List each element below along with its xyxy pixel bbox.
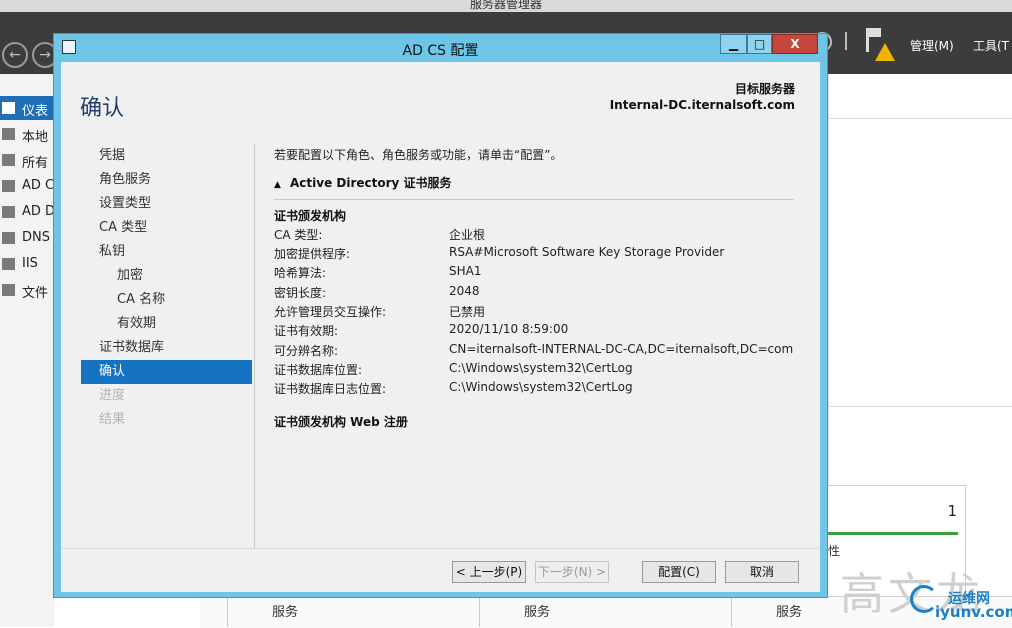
detail-value: C:\Windows\system32\CertLog: [449, 361, 633, 375]
group-heading-web-enrollment: 证书颁发机构 Web 注册: [274, 415, 408, 429]
cancel-button[interactable]: 取消: [725, 561, 799, 583]
tile-count: 1: [947, 502, 957, 520]
nav-item-certificate-database[interactable]: 证书数据库: [81, 336, 252, 360]
panel-divider: [828, 406, 1012, 407]
divider: [227, 596, 228, 627]
panel-divider: [828, 118, 1012, 119]
sidebar-item-ad-ds[interactable]: AD D: [0, 200, 55, 224]
sidebar-item-files[interactable]: 文件: [0, 278, 54, 302]
sidebar-item-ad-cs[interactable]: AD C: [0, 174, 54, 198]
dialog-title: AD CS 配置: [402, 43, 479, 59]
nav-item-progress: 进度: [99, 388, 126, 403]
nav-item-setup-type[interactable]: 设置类型: [81, 192, 252, 216]
detail-key: 可分辨名称:: [274, 344, 339, 358]
collapse-chevron-icon[interactable]: ▲: [274, 180, 290, 190]
nav-item-credentials[interactable]: 凭据: [81, 144, 252, 168]
detail-key: 证书有效期:: [274, 324, 339, 338]
nav-item-validity-period[interactable]: 有效期: [81, 312, 252, 336]
detail-key: CA 类型:: [274, 228, 323, 242]
server-manager-title: 服务器管理器: [469, 0, 542, 11]
minimize-button[interactable]: ▁: [720, 34, 747, 54]
target-server-label: 目标服务器: [734, 82, 795, 96]
back-arrow-icon[interactable]: ←: [2, 42, 28, 68]
warning-icon[interactable]: [875, 43, 895, 61]
page-title: 确认: [80, 96, 125, 121]
detail-value: C:\Windows\system32\CertLog: [449, 380, 633, 394]
sidebar-item-local-server[interactable]: 本地: [0, 122, 54, 146]
tile-status-bar: [828, 532, 958, 535]
wizard-nav: 凭据 角色服务 设置类型 CA 类型 私钥 加密 CA 名称 有效期 证书数据库…: [81, 144, 252, 432]
services-link[interactable]: 服务: [272, 601, 298, 620]
detail-value: 企业根: [449, 228, 486, 242]
sidebar-item-dns[interactable]: DNS: [0, 226, 54, 250]
nav-item-ca-type[interactable]: CA 类型: [81, 216, 252, 240]
detail-value: CN=iternalsoft-INTERNAL-DC-CA,DC=iternal…: [449, 342, 794, 356]
nav-item-cryptography[interactable]: 加密: [81, 264, 252, 288]
services-link[interactable]: 服务: [776, 601, 802, 620]
detail-value: 2048: [449, 284, 480, 298]
next-button: 下一步(N) >: [535, 561, 609, 583]
maximize-button[interactable]: □: [747, 34, 772, 54]
detail-value: RSA#Microsoft Software Key Storage Provi…: [449, 245, 725, 259]
target-server-value: Internal-DC.iternalsoft.com: [609, 98, 795, 112]
group-heading-ca: 证书颁发机构: [274, 209, 347, 223]
nav-item-private-key[interactable]: 私钥: [81, 240, 252, 264]
tools-menu[interactable]: 工具(T: [973, 37, 1009, 54]
section-title: Active Directory 证书服务: [290, 176, 452, 190]
dialog-titlebar[interactable]: AD CS 配置 ▁ □ X: [54, 34, 827, 62]
dialog-footer: < 上一步(P) 下一步(N) > 配置(C) 取消: [61, 548, 820, 592]
server-manager-sidebar: 仪表 本地 所有 AD C AD D DNS IIS 文件: [0, 74, 55, 627]
dashboard-icon: [2, 102, 15, 114]
adcs-config-dialog: AD CS 配置 ▁ □ X 确认 目标服务器 Internal-DC.iter…: [53, 33, 828, 598]
detail-value: 已禁用: [449, 305, 486, 319]
detail-key: 证书数据库位置:: [274, 363, 363, 377]
detail-value: SHA1: [449, 264, 482, 278]
nav-item-role-services[interactable]: 角色服务: [81, 168, 252, 192]
server-icon: [2, 128, 15, 140]
sidebar-item-all-servers[interactable]: 所有: [0, 148, 54, 172]
iis-icon: [2, 258, 15, 270]
site-logo-icon: [910, 585, 938, 613]
flag-cloth-icon: [869, 28, 881, 37]
dns-icon: [2, 232, 15, 244]
ad-cs-icon: [2, 180, 15, 192]
sidebar-item-dashboard[interactable]: 仪表: [0, 96, 54, 120]
detail-value: 2020/11/10 8:59:00: [449, 322, 569, 336]
section-divider: [274, 199, 794, 200]
nav-divider: [254, 144, 255, 559]
dialog-body: 确认 目标服务器 Internal-DC.iternalsoft.com 凭据 …: [61, 62, 820, 592]
detail-key: 哈希算法:: [274, 266, 327, 280]
nav-item-confirmation[interactable]: 确认: [81, 360, 252, 384]
server-manager-titlebar: 服务器管理器: [0, 0, 1012, 12]
detail-key: 允许管理员交互操作:: [274, 305, 387, 319]
divider: [479, 596, 480, 627]
ad-ds-icon: [2, 206, 15, 218]
toolbar-divider: [845, 32, 847, 50]
services-link[interactable]: 服务: [524, 601, 550, 620]
servers-icon: [2, 154, 15, 166]
site-url: iyunv.com: [935, 603, 1012, 621]
close-button[interactable]: X: [772, 34, 818, 54]
manage-menu[interactable]: 管理(M): [910, 37, 954, 54]
section-header[interactable]: ▲ Active Directory 证书服务: [274, 174, 452, 191]
sidebar-item-iis[interactable]: IIS: [0, 252, 54, 276]
nav-item-ca-name[interactable]: CA 名称: [81, 288, 252, 312]
detail-key: 加密提供程序:: [274, 247, 351, 261]
tile-label: 性: [828, 544, 841, 558]
detail-key: 密钥长度:: [274, 286, 327, 300]
configure-button[interactable]: 配置(C): [642, 561, 716, 583]
intro-text: 若要配置以下角色、角色服务或功能，请单击“配置”。: [274, 148, 563, 162]
nav-item-results: 结果: [99, 412, 126, 427]
files-icon: [2, 284, 15, 296]
detail-key: 证书数据库日志位置:: [274, 382, 387, 396]
previous-button[interactable]: < 上一步(P): [452, 561, 526, 583]
divider: [731, 596, 732, 627]
